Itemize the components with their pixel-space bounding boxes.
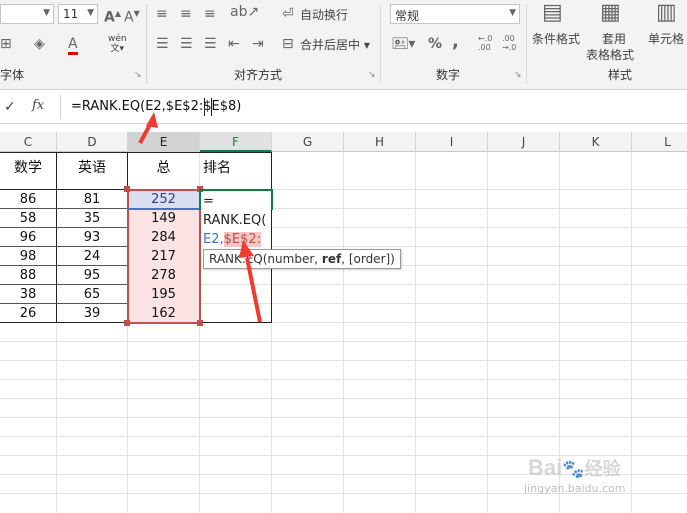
column-header-h[interactable]: H: [344, 132, 416, 152]
group-align-label: 对齐方式: [234, 68, 283, 82]
increase-indent-icon[interactable]: ⇥: [252, 36, 264, 52]
wrap-text-icon[interactable]: ⏎: [282, 6, 294, 22]
data-cell[interactable]: 284: [128, 228, 199, 247]
ref-range-text: $E$2:: [223, 232, 262, 247]
data-cell[interactable]: 98: [0, 247, 56, 266]
data-cell[interactable]: 35: [57, 209, 127, 228]
font-dialog-launcher-icon[interactable]: ↘: [134, 70, 142, 80]
edit-cell-content[interactable]: = RANK.EQ( E2,$E$2:: [203, 192, 271, 249]
increase-decimal-icon[interactable]: ←.0.00: [478, 34, 492, 52]
group-style-label: 样式: [608, 68, 633, 82]
merge-center-icon[interactable]: ⊟: [282, 36, 294, 52]
column-header-k[interactable]: K: [560, 132, 632, 152]
header-cell[interactable]: 英语: [57, 156, 127, 184]
decrease-font-icon[interactable]: A▼: [124, 6, 140, 26]
fx-icon[interactable]: fx: [32, 98, 44, 113]
font-name-select[interactable]: ▼: [0, 4, 54, 24]
check-icon[interactable]: ✓: [4, 99, 16, 115]
cell-style-button[interactable]: 单元格: [648, 30, 684, 47]
edit-line-2: RANK.EQ(: [203, 213, 267, 228]
column-header-g[interactable]: G: [272, 132, 344, 152]
data-cell[interactable]: 58: [0, 209, 56, 228]
decrease-decimal-icon[interactable]: .00 →.0: [502, 34, 516, 52]
data-cell[interactable]: 96: [0, 228, 56, 247]
percent-icon[interactable]: %: [428, 36, 442, 52]
column-header-l[interactable]: L: [632, 132, 687, 152]
data-cell[interactable]: 81: [57, 190, 127, 209]
chevron-down-icon: ▼: [87, 8, 94, 18]
fill-color-icon[interactable]: ◈: [34, 36, 45, 52]
align-middle-icon[interactable]: ≡: [180, 6, 192, 22]
function-tooltip[interactable]: RANK.EQ(number, ref, [order]): [203, 249, 401, 269]
conditional-format-button[interactable]: 条件格式: [532, 30, 580, 47]
column-header-c[interactable]: C: [0, 132, 57, 152]
chevron-down-icon: ▼: [509, 8, 516, 18]
group-number-label: 数字: [436, 68, 461, 82]
decrease-indent-icon[interactable]: ⇤: [228, 36, 240, 52]
data-cell[interactable]: 24: [57, 247, 127, 266]
data-cell[interactable]: 217: [128, 247, 199, 266]
data-cell[interactable]: 39: [57, 304, 127, 323]
data-cell[interactable]: 65: [57, 285, 127, 304]
align-center-icon[interactable]: ☰: [180, 36, 193, 52]
ribbon: ▼ 11 ▼ A▲ A▼ ⊞ ◈ A wén 文▾ 字体 ↘ ≡ ≡ ≡ ab↗ ⏎…: [0, 0, 687, 90]
column-header-e[interactable]: E: [128, 132, 200, 152]
column-header-f[interactable]: F: [200, 132, 272, 152]
header-cell[interactable]: 排名: [203, 156, 271, 184]
align-bottom-icon[interactable]: ≡: [204, 6, 216, 22]
number-dialog-launcher-icon[interactable]: ↘: [514, 70, 522, 80]
column-header-d[interactable]: D: [57, 132, 128, 152]
data-cell[interactable]: 149: [128, 209, 199, 228]
data-cell[interactable]: 38: [0, 285, 56, 304]
group-font-label: 字体: [0, 68, 25, 82]
formula-bar: ✓ fx =RANK.EQ(E2,$E$2:$E$8): [0, 90, 687, 124]
font-size-value: 11: [63, 7, 79, 21]
formula-input[interactable]: =RANK.EQ(E2,$E$2:$E$8): [60, 95, 687, 119]
merge-center-button[interactable]: 合并后居中 ▾: [300, 36, 370, 53]
chevron-down-icon: ▼: [43, 8, 50, 18]
data-cell[interactable]: 162: [128, 304, 199, 323]
currency-icon[interactable]: 🖭▾: [392, 36, 415, 52]
conditional-format-icon[interactable]: ▤: [542, 0, 563, 26]
align-right-icon[interactable]: ☰: [204, 36, 217, 52]
phonetic-guide-icon[interactable]: wén 文▾: [108, 34, 127, 54]
table-format-icon[interactable]: ▦: [600, 0, 621, 26]
column-header-i[interactable]: I: [416, 132, 488, 152]
wrap-text-button[interactable]: 自动换行: [300, 6, 348, 23]
data-cell[interactable]: 93: [57, 228, 127, 247]
watermark-logo: Bai🐾经验: [528, 455, 621, 480]
number-format-select[interactable]: 常规 ▼: [390, 4, 520, 24]
edit-line-3: E2,$E$2:: [203, 230, 271, 249]
column-headers: C D E F G H I J K L: [0, 132, 687, 152]
align-left-icon[interactable]: ☰: [156, 36, 169, 52]
comma-style-icon[interactable]: ,: [452, 33, 459, 51]
align-top-icon[interactable]: ≡: [156, 6, 168, 22]
worksheet-grid[interactable]: 数学 英语 总 排名 86 81 252 58 35 149 96 93 284…: [0, 152, 687, 513]
font-size-select[interactable]: 11 ▼: [58, 4, 98, 24]
cell-style-icon[interactable]: ▥: [656, 0, 677, 26]
table-format-line2[interactable]: 表格格式: [586, 46, 634, 63]
data-cell[interactable]: 88: [0, 266, 56, 285]
data-cell[interactable]: 195: [128, 285, 199, 304]
header-cell[interactable]: 总: [128, 156, 199, 184]
border-icon[interactable]: ⊞: [0, 36, 12, 52]
orientation-icon[interactable]: ab↗: [230, 4, 259, 20]
data-cell[interactable]: 26: [0, 304, 56, 323]
font-color-icon[interactable]: A: [68, 36, 78, 55]
increase-font-icon[interactable]: A▲: [104, 6, 121, 26]
table-format-line1[interactable]: 套用: [602, 30, 626, 47]
data-cell[interactable]: 86: [0, 190, 56, 209]
data-cell[interactable]: 278: [128, 266, 199, 285]
text-cursor-icon: [204, 98, 212, 116]
header-cell[interactable]: 数学: [0, 156, 56, 184]
data-cell[interactable]: 95: [57, 266, 127, 285]
ref-e2-text: E2,: [203, 232, 224, 247]
data-cell[interactable]: 252: [128, 190, 199, 209]
edit-line-1: =: [203, 194, 214, 209]
column-header-j[interactable]: J: [488, 132, 560, 152]
watermark-url: jingyan.baidu.com: [524, 482, 626, 495]
align-dialog-launcher-icon[interactable]: ↘: [368, 70, 376, 80]
